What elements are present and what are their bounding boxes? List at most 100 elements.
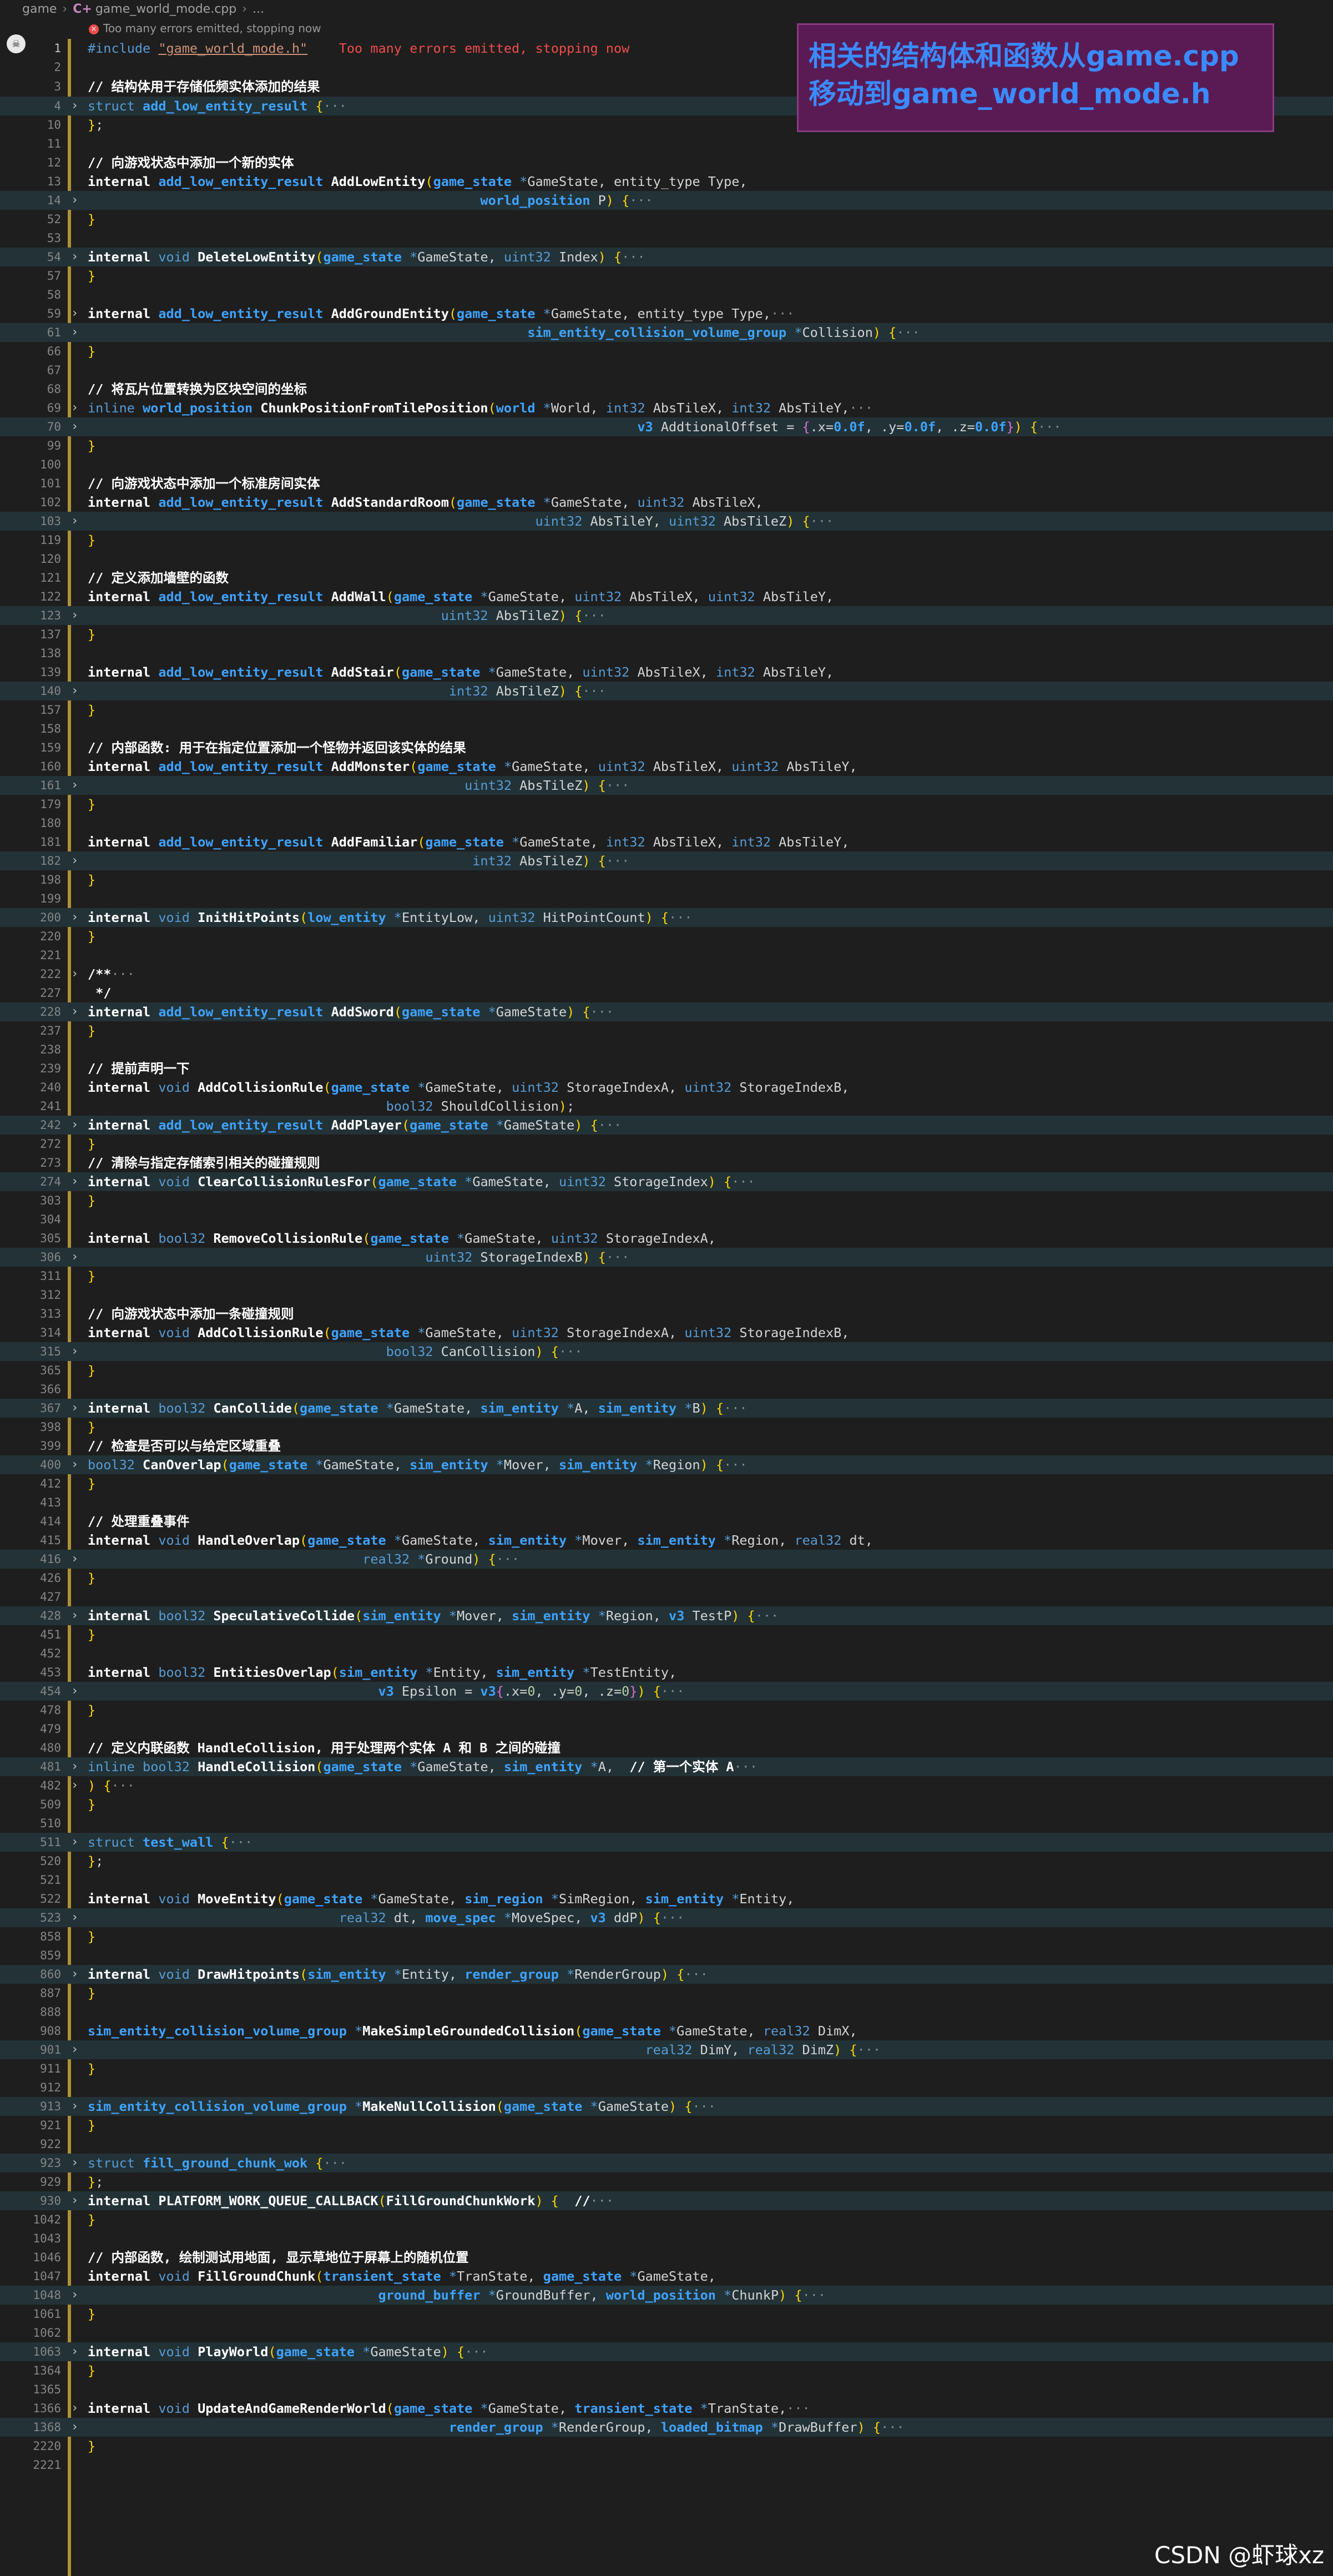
- code-line[interactable]: 911}: [0, 2059, 1333, 2078]
- code-line[interactable]: 140 › int32 AbsTileZ) {···: [0, 682, 1333, 700]
- code-line[interactable]: 61 › sim_entity_collision_volume_group *C…: [0, 323, 1333, 342]
- code-line[interactable]: 414 // 处理重叠事件: [0, 1512, 1333, 1531]
- fold-chevron-icon[interactable]: ›: [71, 97, 80, 115]
- code-line[interactable]: 182 › int32 AbsTileZ) {···: [0, 851, 1333, 870]
- code-line[interactable]: 239 // 提前声明一下: [0, 1059, 1333, 1078]
- code-line[interactable]: 66}: [0, 342, 1333, 361]
- code-line[interactable]: 453 internal bool32 EntitiesOverlap(sim_e…: [0, 1663, 1333, 1682]
- fold-chevron-icon[interactable]: ›: [71, 399, 80, 417]
- code-line[interactable]: 200 › internal void InitHitPoints(low_enti…: [0, 908, 1333, 927]
- fold-chevron-icon[interactable]: ›: [71, 1776, 80, 1795]
- code-line[interactable]: 510: [0, 1814, 1333, 1833]
- code-line[interactable]: 521: [0, 1871, 1333, 1889]
- code-line[interactable]: 2221: [0, 2456, 1333, 2474]
- code-editor[interactable]: 1 #include "game_world_mode.h" Too many e…: [0, 39, 1333, 2576]
- code-line[interactable]: 100: [0, 455, 1333, 474]
- code-line[interactable]: 922: [0, 2135, 1333, 2154]
- code-line[interactable]: 511 › struct test_wall {···: [0, 1833, 1333, 1852]
- code-line[interactable]: 241 bool32 ShouldCollision);: [0, 1097, 1333, 1116]
- code-line[interactable]: 520};: [0, 1852, 1333, 1871]
- code-line[interactable]: 399 // 检查是否可以与给定区域重叠: [0, 1436, 1333, 1455]
- code-line[interactable]: 415 internal void HandleOverlap(game_stat…: [0, 1531, 1333, 1550]
- code-line[interactable]: 221: [0, 946, 1333, 965]
- fold-chevron-icon[interactable]: ›: [71, 2191, 80, 2210]
- code-line[interactable]: 228 › internal add_low_entity_result AddSw…: [0, 1002, 1333, 1021]
- code-line[interactable]: 54 › internal void DeleteLowEntity(game_st…: [0, 248, 1333, 266]
- code-line[interactable]: 122 internal add_low_entity_result AddWal…: [0, 587, 1333, 606]
- code-line[interactable]: 13 internal add_low_entity_result AddLowE…: [0, 172, 1333, 191]
- code-line[interactable]: 482 ›) {···: [0, 1776, 1333, 1795]
- fold-chevron-icon[interactable]: ›: [71, 1172, 80, 1191]
- fold-chevron-icon[interactable]: ›: [71, 606, 80, 625]
- code-line[interactable]: 1061}: [0, 2305, 1333, 2323]
- code-line[interactable]: 366: [0, 1380, 1333, 1399]
- fold-chevron-icon[interactable]: ›: [71, 1606, 80, 1625]
- code-line[interactable]: 479: [0, 1720, 1333, 1738]
- code-line[interactable]: 930 › internal PLATFORM_WORK_QUEUE_CALLBAC…: [0, 2191, 1333, 2210]
- code-line[interactable]: 179}: [0, 795, 1333, 814]
- code-line[interactable]: 120: [0, 550, 1333, 568]
- code-line[interactable]: 1062: [0, 2323, 1333, 2342]
- code-line[interactable]: 1043: [0, 2229, 1333, 2248]
- code-line[interactable]: 901 › real32 DimY, real32 DimZ) {···: [0, 2040, 1333, 2059]
- code-line[interactable]: 138: [0, 644, 1333, 663]
- fold-chevron-icon[interactable]: ›: [71, 1550, 80, 1569]
- code-line[interactable]: 913 › sim_entity_collision_volume_group *M…: [0, 2097, 1333, 2116]
- fold-chevron-icon[interactable]: ›: [71, 908, 80, 927]
- code-line[interactable]: 67: [0, 361, 1333, 380]
- code-line[interactable]: 398}: [0, 1418, 1333, 1436]
- code-line[interactable]: 101 // 向游戏状态中添加一个标准房间实体: [0, 474, 1333, 493]
- fold-chevron-icon[interactable]: ›: [71, 682, 80, 700]
- code-line[interactable]: 240 internal void AddCollisionRule(game_s…: [0, 1078, 1333, 1097]
- error-codelens[interactable]: × Too many errors emitted, stopping now: [89, 20, 321, 37]
- code-line[interactable]: 304: [0, 1210, 1333, 1229]
- fold-chevron-icon[interactable]: ›: [71, 512, 80, 531]
- code-line[interactable]: 428 › internal bool32 SpeculativeCollide(s…: [0, 1606, 1333, 1625]
- code-line[interactable]: 454 › v3 Epsilon = v3{.x=0, .y=0, .z=0}) …: [0, 1682, 1333, 1701]
- code-line[interactable]: 220}: [0, 927, 1333, 946]
- code-line[interactable]: 160 internal add_low_entity_result AddMon…: [0, 757, 1333, 776]
- code-line[interactable]: 1046 // 内部函数, 绘制测试用地面, 显示草地位于屏幕上的随机位置: [0, 2248, 1333, 2267]
- code-line[interactable]: 365}: [0, 1361, 1333, 1380]
- code-line[interactable]: 522 internal void MoveEntity(game_state *…: [0, 1889, 1333, 1908]
- code-line[interactable]: 238: [0, 1040, 1333, 1059]
- fold-chevron-icon[interactable]: ›: [71, 1399, 80, 1418]
- fold-chevron-icon[interactable]: ›: [71, 2097, 80, 2116]
- code-line[interactable]: 451}: [0, 1625, 1333, 1644]
- fold-chevron-icon[interactable]: ›: [71, 1342, 80, 1361]
- code-line[interactable]: 14 › world_position P) {···: [0, 191, 1333, 210]
- code-line[interactable]: 103 › uint32 AbsTileY, uint32 AbsTileZ) {…: [0, 512, 1333, 531]
- code-line[interactable]: 198}: [0, 870, 1333, 889]
- code-line[interactable]: 303}: [0, 1191, 1333, 1210]
- code-line[interactable]: 157}: [0, 700, 1333, 719]
- code-line[interactable]: 99}: [0, 436, 1333, 455]
- fold-chevron-icon[interactable]: ›: [71, 2399, 80, 2418]
- code-line[interactable]: 1048 › ground_buffer *GroundBuffer, world…: [0, 2286, 1333, 2305]
- fold-chevron-icon[interactable]: ›: [71, 1248, 80, 1267]
- code-line[interactable]: 137}: [0, 625, 1333, 644]
- code-line[interactable]: 274 › internal void ClearCollisionRulesFor…: [0, 1172, 1333, 1191]
- code-line[interactable]: 912: [0, 2078, 1333, 2097]
- code-line[interactable]: 427: [0, 1587, 1333, 1606]
- code-line[interactable]: 2220}: [0, 2437, 1333, 2456]
- code-line[interactable]: 227 */: [0, 984, 1333, 1002]
- code-line[interactable]: 242 › internal add_low_entity_result AddPl…: [0, 1116, 1333, 1135]
- code-line[interactable]: 139 internal add_low_entity_result AddSta…: [0, 663, 1333, 682]
- code-line[interactable]: 1063 › internal void PlayWorld(game_state …: [0, 2342, 1333, 2361]
- fold-chevron-icon[interactable]: ›: [71, 2286, 80, 2305]
- code-line[interactable]: 272}: [0, 1135, 1333, 1153]
- fold-chevron-icon[interactable]: ›: [71, 2154, 80, 2172]
- code-line[interactable]: 57}: [0, 266, 1333, 285]
- fold-chevron-icon[interactable]: ›: [71, 1002, 80, 1021]
- code-line[interactable]: 68 // 将瓦片位置转换为区块空间的坐标: [0, 380, 1333, 399]
- fold-chevron-icon[interactable]: ›: [71, 2040, 80, 2059]
- code-line[interactable]: 52}: [0, 210, 1333, 229]
- fold-chevron-icon[interactable]: ›: [71, 851, 80, 870]
- code-line[interactable]: 199: [0, 889, 1333, 908]
- code-line[interactable]: 158: [0, 719, 1333, 738]
- code-line[interactable]: 413: [0, 1493, 1333, 1512]
- code-line[interactable]: 929};: [0, 2172, 1333, 2191]
- code-line[interactable]: 12 // 向游戏状态中添加一个新的实体: [0, 153, 1333, 172]
- code-line[interactable]: 273 // 清除与指定存储索引相关的碰撞规则: [0, 1153, 1333, 1172]
- code-line[interactable]: 121 // 定义添加墙壁的函数: [0, 568, 1333, 587]
